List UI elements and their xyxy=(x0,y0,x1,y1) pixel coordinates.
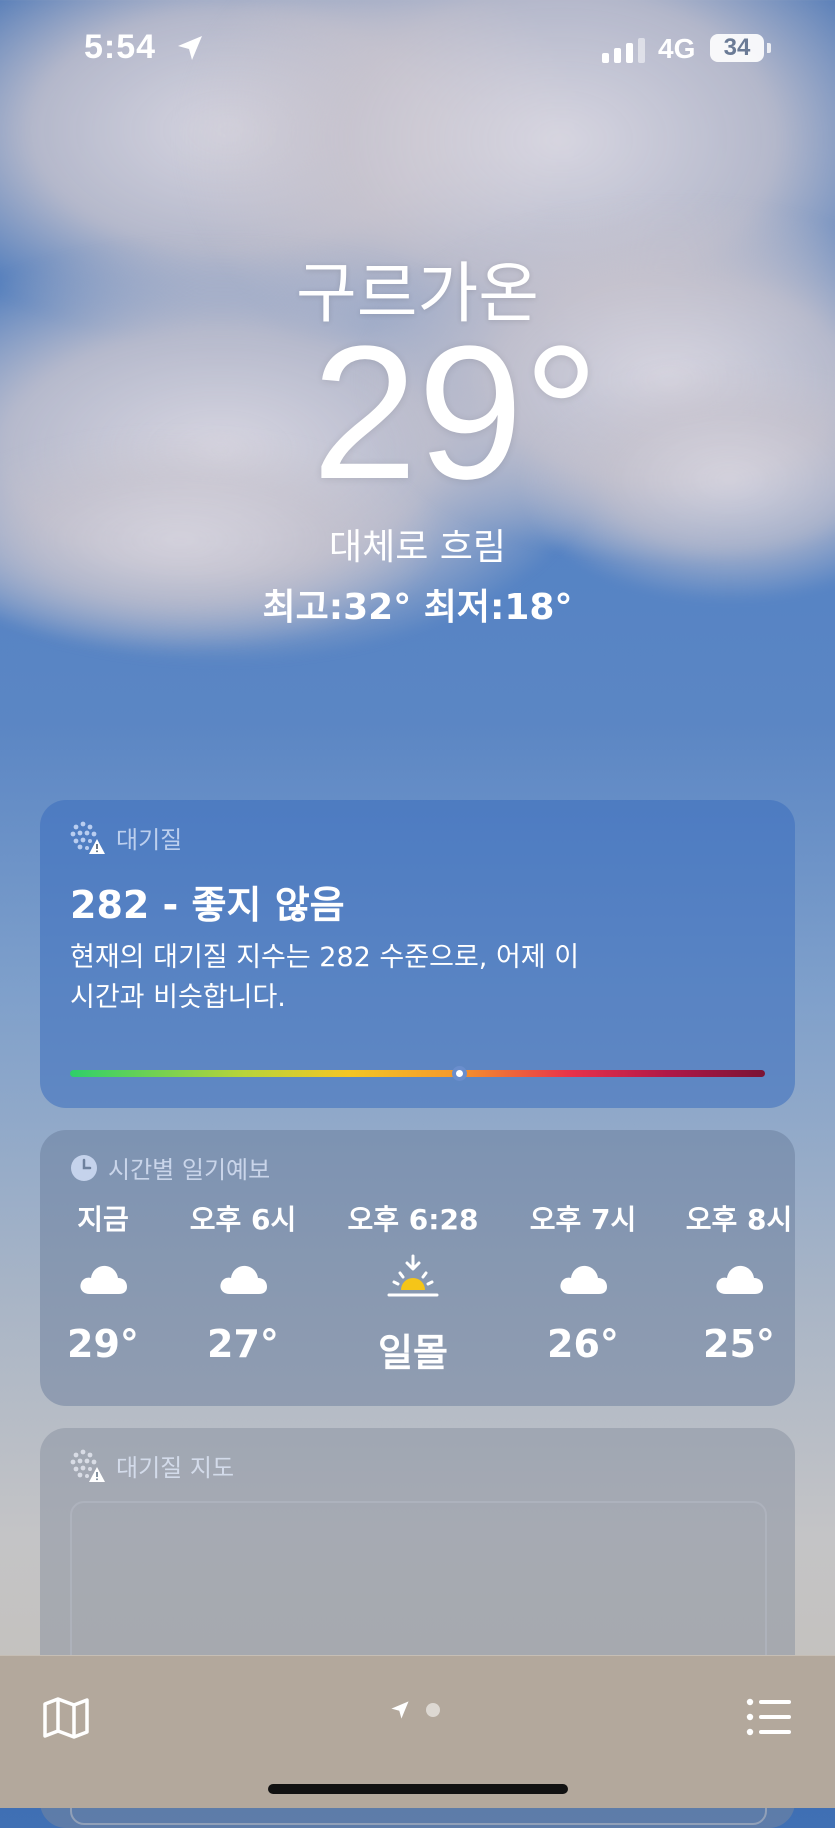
air-quality-card-header: 대기질 xyxy=(70,820,182,855)
hourly-forecast-card[interactable]: 시간별 일기예보 지금 29° 오후 6시 27° 오후 6:28 일몰 오후 … xyxy=(40,1130,795,1406)
aqi-description: 현재의 대기질 지수는 282 수준으로, 어제 이 시간과 비슷합니다. xyxy=(70,942,580,1013)
air-quality-map-header: 대기질 지도 xyxy=(70,1448,234,1483)
hour-item: 오후 8시 25° xyxy=(659,1198,819,1366)
hour-label: 오후 7시 xyxy=(529,1203,637,1236)
air-quality-icon xyxy=(70,821,105,854)
air-quality-map-title: 대기질 지도 xyxy=(116,1454,235,1482)
aqi-scale-bar xyxy=(70,1066,765,1081)
network-type: 4G xyxy=(658,33,696,64)
signal-icon xyxy=(602,38,645,63)
list-icon[interactable] xyxy=(746,1698,792,1736)
hourly-forecast-title: 시간별 일기예보 xyxy=(108,1156,271,1184)
page-dot[interactable] xyxy=(426,1703,440,1717)
hour-temperature: 29° xyxy=(67,1322,139,1366)
hour-item: 오후 7시 26° xyxy=(503,1198,663,1366)
page-indicator[interactable] xyxy=(390,1700,440,1720)
cloud-icon xyxy=(716,1265,763,1294)
hour-temperature: 25° xyxy=(703,1322,775,1366)
aqi-indicator-dot xyxy=(452,1066,468,1081)
hour-label: 오후 6:28 xyxy=(347,1203,479,1236)
cloud-icon xyxy=(560,1265,607,1294)
battery-tip xyxy=(767,43,771,53)
battery-icon: 34 xyxy=(710,34,764,62)
hourly-forecast-header: 시간별 일기예보 xyxy=(70,1150,270,1185)
air-quality-title: 대기질 xyxy=(116,826,183,854)
hour-temperature: 27° xyxy=(207,1322,279,1366)
hour-item: 오후 6:28 일몰 xyxy=(333,1198,493,1377)
hour-item: 오후 6시 27° xyxy=(163,1198,323,1366)
status-time: 5:54 xyxy=(84,28,157,66)
hour-item: 지금 29° xyxy=(23,1198,183,1366)
hour-temperature: 26° xyxy=(547,1322,619,1366)
weather-condition: 대체로 흐림 xyxy=(328,527,507,568)
hour-label: 지금 xyxy=(77,1203,129,1236)
sunset-icon xyxy=(387,1254,439,1297)
location-arrow-icon xyxy=(178,36,202,60)
cloud-icon xyxy=(80,1265,127,1294)
bottom-toolbar xyxy=(0,1655,835,1808)
hour-label: 오후 6시 xyxy=(189,1203,297,1236)
air-quality-card[interactable]: 대기질 282 - 좋지 않음 현재의 대기질 지수는 282 수준으로, 어제… xyxy=(40,800,795,1108)
cloud-icon xyxy=(220,1265,267,1294)
air-quality-icon xyxy=(70,1449,105,1482)
home-indicator xyxy=(268,1784,568,1794)
high-low-temperature: 최고:32° 최저:18° xyxy=(262,587,573,628)
status-bar: 5:54 4G 34 xyxy=(0,0,835,100)
location-arrow-icon[interactable] xyxy=(390,1700,410,1720)
clock-icon xyxy=(71,1154,97,1181)
sunset-label: 일몰 xyxy=(378,1331,448,1375)
current-temperature: 29° xyxy=(311,307,600,519)
hourly-forecast-list[interactable]: 지금 29° 오후 6시 27° 오후 6:28 일몰 오후 7시 26° 오후… xyxy=(40,1198,795,1398)
map-icon[interactable] xyxy=(42,1696,90,1740)
aqi-value: 282 - 좋지 않음 xyxy=(70,883,345,927)
hour-label: 오후 8시 xyxy=(685,1203,793,1236)
